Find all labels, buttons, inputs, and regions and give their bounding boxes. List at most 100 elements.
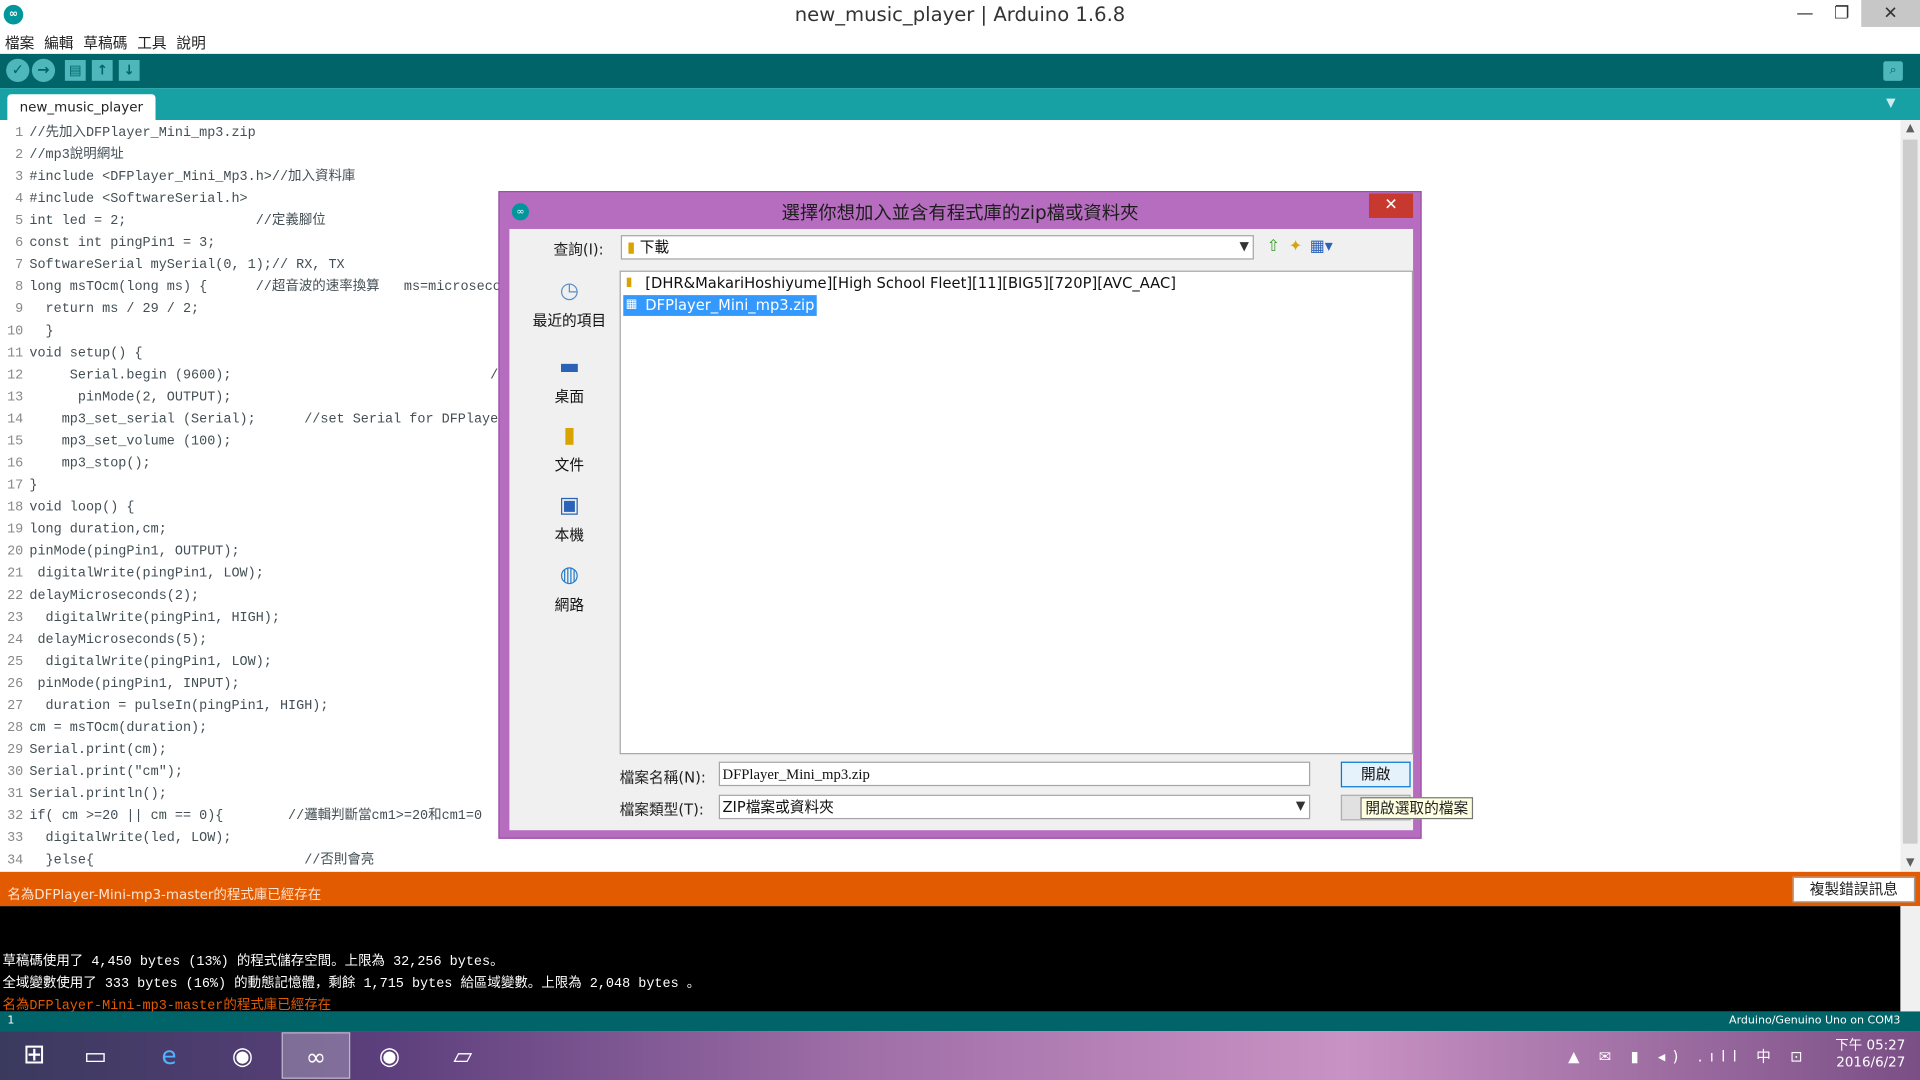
network-icon: ◍ — [559, 562, 580, 588]
copy-error-button[interactable]: 複製錯誤訊息 — [1792, 876, 1916, 903]
code-text: long msTOcm(long ms) { //超音波的速率換算 ms=mic… — [29, 280, 561, 296]
chrome-profile-icon[interactable]: ◉ — [355, 1032, 424, 1079]
code-text: void loop() { — [29, 500, 135, 516]
code-text: } — [29, 324, 54, 340]
line-number: 32 — [7, 809, 24, 825]
line-number: 1 — [15, 126, 24, 141]
place-label: 桌面 — [554, 388, 585, 406]
filetype-select[interactable]: ZIP檔案或資料夾 ▼ — [718, 794, 1311, 820]
line-number: 27 — [7, 699, 24, 714]
scroll-down-icon[interactable]: ▼ — [1900, 855, 1920, 872]
windows-start-icon[interactable]: ⊞ — [0, 1032, 69, 1079]
console-scrollbar[interactable] — [1900, 906, 1920, 1012]
arrow-right-icon: → — [37, 61, 50, 79]
internet-explorer-icon[interactable]: e — [135, 1032, 204, 1079]
arduino-icon[interactable]: ∞ — [281, 1032, 351, 1079]
place-recent[interactable]: ◷ 最近的項目 — [527, 276, 613, 331]
menu-edit[interactable]: 編輯 — [39, 29, 78, 52]
chevron-down-icon: ▼ — [1239, 240, 1249, 254]
line-number: 28 — [7, 721, 24, 736]
view-menu-icon[interactable]: ▦▾ — [1308, 238, 1335, 258]
line-number: 34 — [7, 853, 24, 869]
code-text: //先加入DFPlayer_Mini_mp3.zip — [29, 126, 256, 141]
place-desktop[interactable]: ▬ 桌面 — [527, 351, 613, 406]
new-folder-icon[interactable]: ✦ — [1286, 238, 1306, 258]
open-icon: ↑ — [96, 62, 108, 79]
desktop-icon: ▬ — [558, 353, 580, 380]
line-number: 3 — [15, 170, 24, 185]
place-network[interactable]: ◍ 網路 — [527, 560, 613, 615]
clock-time: 下午 05:27 — [1835, 1037, 1906, 1054]
open-file-button[interactable]: 開啟 — [1340, 761, 1411, 788]
menu-tools[interactable]: 工具 — [132, 29, 171, 52]
place-label: 最近的項目 — [532, 312, 607, 330]
code-text: pinMode(pingPin1, OUTPUT); — [29, 544, 240, 560]
code-line[interactable]: 34 }else{ //否則會亮 — [0, 850, 1900, 872]
code-text: Serial.print(cm); — [29, 743, 167, 758]
folder-icon: ▮ — [626, 238, 636, 256]
system-tray[interactable]: ▲ ✉ ▮ ◂) .ıll 中 ⊡ — [1568, 1046, 1810, 1067]
filetype-value: ZIP檔案或資料夾 — [722, 798, 834, 816]
editor-scrollbar[interactable]: ▲ ▼ — [1900, 120, 1920, 872]
dialog-title: 選擇你想加入並含有程式庫的zip檔或資料夾 — [781, 202, 1139, 225]
filename-input[interactable]: DFPlayer_Mini_mp3.zip — [718, 761, 1311, 787]
tab-menu-icon[interactable]: ▼ — [1886, 97, 1895, 110]
menu-file[interactable]: 檔案 — [0, 29, 39, 52]
code-text: cm = msTOcm(duration); — [29, 721, 208, 736]
check-icon: ✓ — [11, 61, 24, 79]
menu-sketch[interactable]: 草稿碼 — [78, 29, 132, 52]
serial-monitor-button[interactable]: ⌕ — [1883, 61, 1903, 81]
save-button[interactable]: ↓ — [118, 60, 140, 81]
clock[interactable]: 下午 05:27 2016/6/27 — [1835, 1037, 1905, 1071]
code-line[interactable]: 2 //mp3說明網址 — [0, 144, 1900, 166]
code-text: digitalWrite(pingPin1, HIGH); — [29, 611, 280, 626]
recent-items-icon: ◷ — [559, 277, 580, 304]
code-line[interactable]: 3 #include <DFPlayer_Mini_Mp3.h>//加入資料庫 — [0, 167, 1900, 189]
scrollbar-thumb[interactable] — [1902, 139, 1918, 844]
place-documents[interactable]: ▮ 文件 — [527, 420, 613, 475]
line-number: 13 — [7, 390, 24, 406]
line-number: 11 — [7, 346, 24, 362]
open-button-tooltip: 開啟選取的檔案 — [1360, 797, 1474, 820]
dialog-close-button[interactable]: ✕ — [1368, 193, 1414, 218]
code-text: long duration,cm; — [29, 522, 167, 538]
new-button[interactable]: ▤ — [64, 60, 86, 81]
code-text: mp3_stop(); — [29, 456, 151, 472]
line-number: 12 — [7, 368, 24, 384]
place-computer[interactable]: ▣ 本機 — [527, 490, 613, 545]
code-text: int led = 2; //定義腳位 — [29, 214, 326, 229]
tab-new-music-player[interactable]: new_music_player — [7, 94, 156, 121]
line-number: 31 — [7, 787, 24, 803]
filename-label: 檔案名稱(N): — [619, 768, 706, 787]
verify-button[interactable]: ✓ — [6, 58, 30, 83]
chrome-icon[interactable]: ◉ — [208, 1032, 277, 1079]
lookin-select[interactable]: ▮ 下載 ▼ — [620, 235, 1254, 260]
up-folder-icon[interactable]: ⇧ — [1264, 238, 1284, 258]
code-text: delayMicroseconds(2); — [29, 588, 200, 604]
line-number: 20 — [7, 544, 24, 560]
file-row-zip[interactable]: ▦ DFPlayer_Mini_mp3.zip — [623, 295, 817, 316]
file-row-folder[interactable]: ▮ [DHR&MakariHoshiyume][High School Flee… — [623, 273, 1178, 294]
code-line[interactable]: 1 //先加入DFPlayer_Mini_mp3.zip — [0, 122, 1900, 144]
upload-button[interactable]: → — [31, 58, 56, 83]
line-number: 5 — [15, 214, 24, 229]
place-label: 網路 — [554, 596, 585, 614]
menu-help[interactable]: 說明 — [172, 29, 211, 52]
folder-icon: ▮ — [625, 275, 633, 289]
lookin-label: 查詢(I): — [553, 241, 604, 259]
app-icon[interactable]: ▱ — [429, 1032, 498, 1079]
code-text: #include <SoftwareSerial.h> — [29, 192, 248, 207]
open-button[interactable]: ↑ — [91, 60, 113, 81]
close-button[interactable]: ✕ — [1861, 0, 1920, 27]
scroll-up-icon[interactable]: ▲ — [1900, 120, 1920, 137]
places-bar: ◷ 最近的項目 ▬ 桌面 ▮ 文件 ▣ 本機 ◍ 網路 — [527, 276, 613, 790]
code-text: delayMicroseconds(5); — [29, 633, 208, 648]
file-explorer-icon[interactable]: ▭ — [61, 1032, 130, 1079]
console[interactable]: 草稿碼使用了 4,450 bytes (13%) 的程式儲存空間。上限為 32,… — [0, 906, 1901, 1014]
file-list[interactable]: ▮ [DHR&MakariHoshiyume][High School Flee… — [619, 270, 1414, 755]
line-number: 8 — [15, 280, 24, 296]
code-text: }else{ //否則會亮 — [29, 853, 375, 869]
code-text: digitalWrite(pingPin1, LOW); — [29, 566, 264, 582]
line-number: 24 — [7, 633, 24, 648]
code-text: const int pingPin1 = 3; — [29, 236, 216, 252]
